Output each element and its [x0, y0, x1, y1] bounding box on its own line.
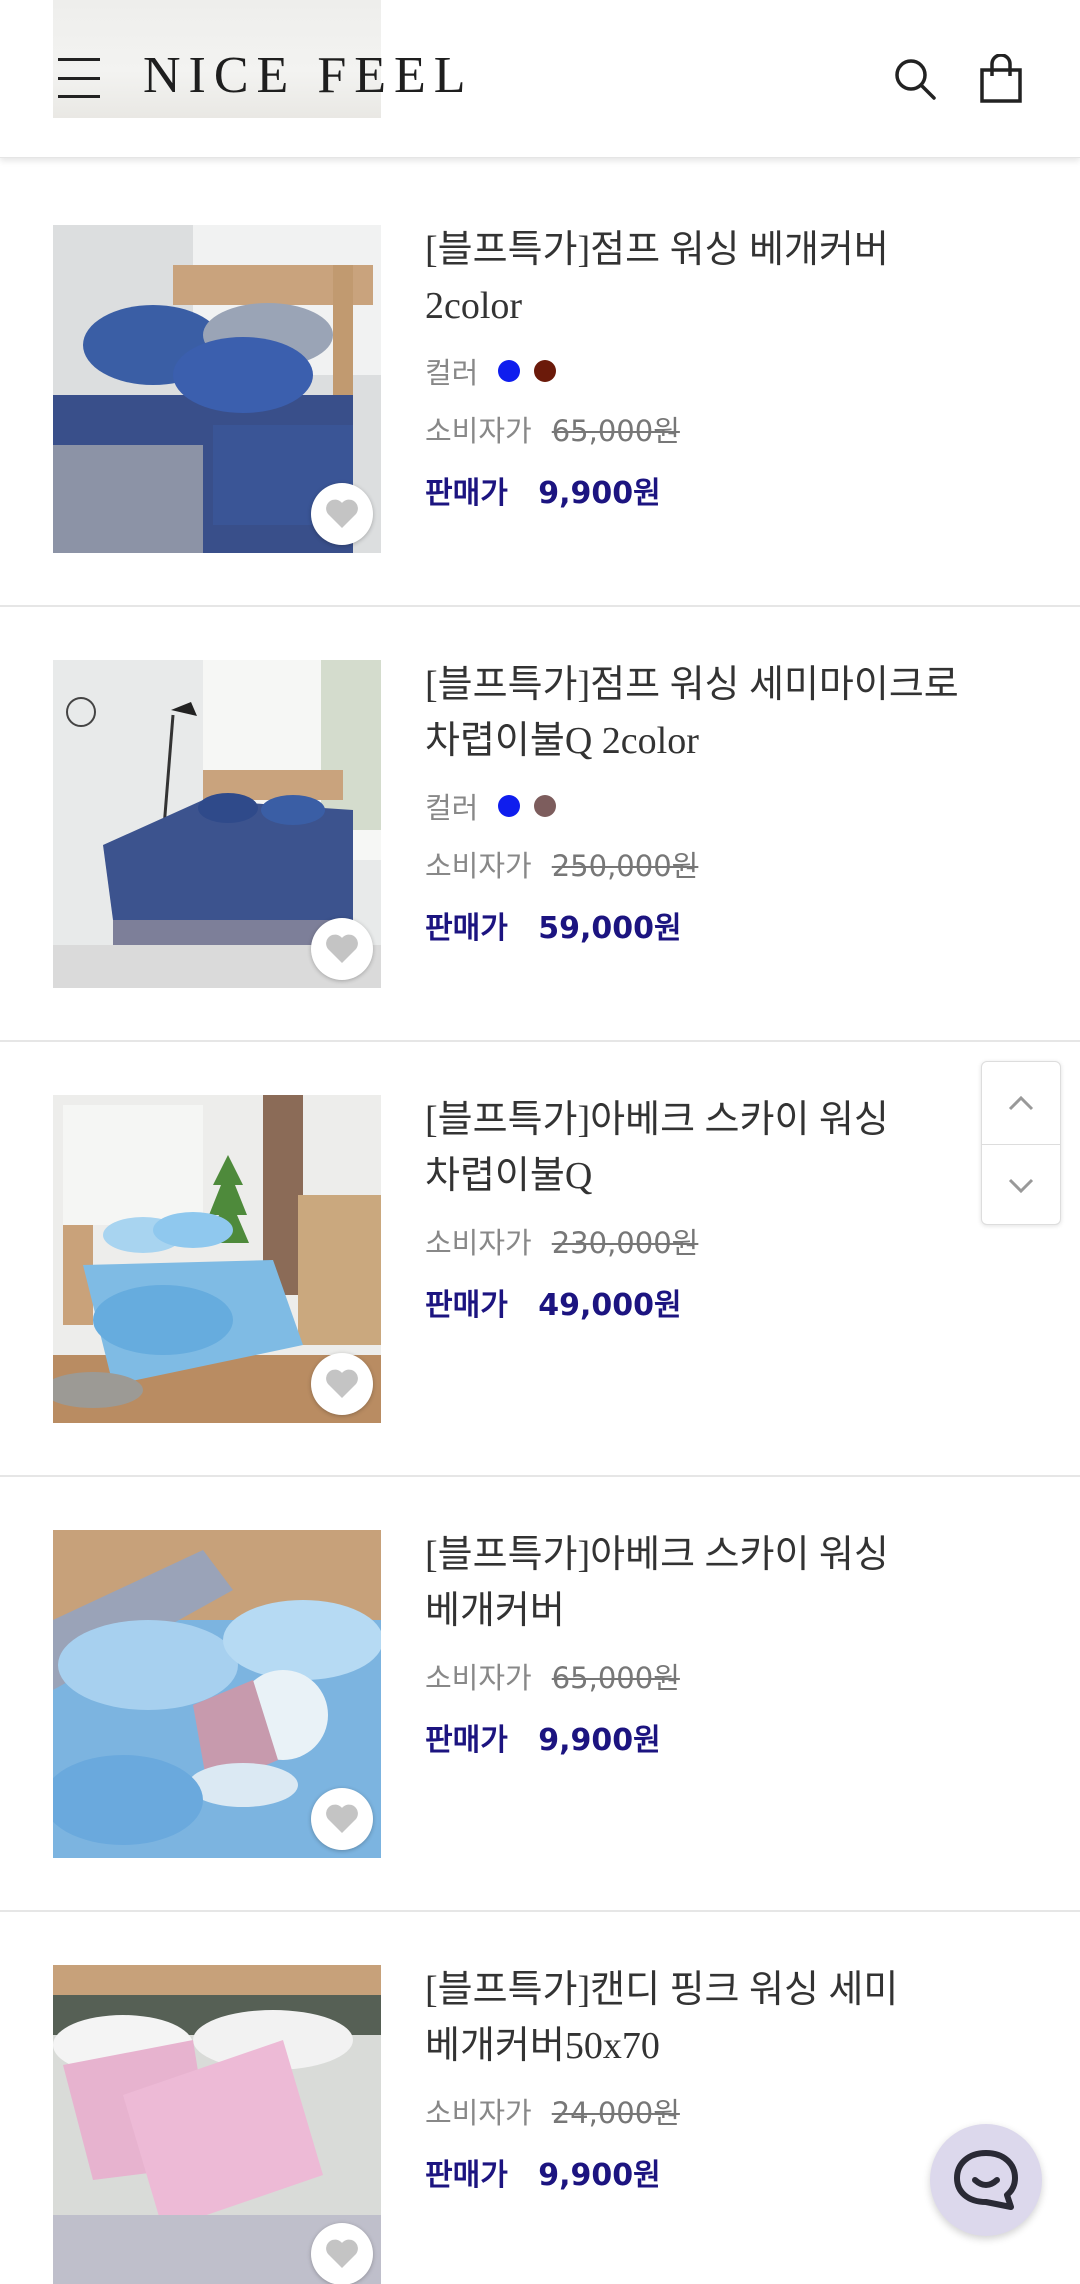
- wishlist-heart-icon[interactable]: [311, 1353, 373, 1415]
- color-swatch-blue[interactable]: [498, 360, 521, 382]
- chat-button[interactable]: [930, 2124, 1042, 2236]
- color-options: 컬러: [425, 785, 985, 827]
- product-info[interactable]: [블프특가]아베크 스카이 워싱 차렵이불Q 소비자가 230,000원 판매가…: [425, 1092, 985, 1324]
- product-title[interactable]: [블프특가]점프 워싱 세미마이크로 차렵이불Q 2color: [425, 657, 985, 769]
- wishlist-heart-icon[interactable]: [311, 1788, 373, 1850]
- wishlist-heart-icon[interactable]: [311, 918, 373, 980]
- scroll-controls: [981, 1061, 1061, 1225]
- retail-price: 24,000원: [551, 2096, 680, 2130]
- retail-price-row: 소비자가 65,000원: [425, 408, 985, 450]
- product-image[interactable]: [53, 1530, 381, 1858]
- product-info[interactable]: [블프특가]아베크 스카이 워싱 베개커버 소비자가 65,000원 판매가 9…: [425, 1527, 985, 1759]
- product-title[interactable]: [블프특가]아베크 스카이 워싱 차렵이불Q: [425, 1092, 985, 1204]
- sale-price: 49,000원: [538, 1288, 682, 1323]
- chevron-down-icon: [1008, 1178, 1034, 1193]
- sale-price-row: 판매가 9,900원: [425, 1723, 661, 1758]
- product-image[interactable]: [53, 1965, 381, 2284]
- retail-price: 230,000원: [551, 1226, 699, 1260]
- retail-price-row: 소비자가 250,000원: [425, 843, 985, 885]
- menu-icon[interactable]: [58, 58, 104, 98]
- retail-price-row: 소비자가 24,000원: [425, 2090, 985, 2132]
- color-swatch-blue[interactable]: [498, 795, 521, 817]
- chat-icon: [954, 2150, 1018, 2210]
- product-info[interactable]: [블프특가]점프 워싱 세미마이크로 차렵이불Q 2color 컬러 소비자가 …: [425, 657, 985, 947]
- color-swatch-brown[interactable]: [534, 360, 557, 382]
- color-swatch-mauve[interactable]: [534, 795, 557, 817]
- app-header: NICE FEEL: [0, 0, 1080, 158]
- wishlist-heart-icon[interactable]: [311, 483, 373, 545]
- retail-price: 65,000원: [551, 414, 680, 448]
- wishlist-heart-icon[interactable]: [311, 2223, 373, 2284]
- product-item[interactable]: [블프특가]아베크 스카이 워싱 차렵이불Q 소비자가 230,000원 판매가…: [0, 1042, 1080, 1477]
- scroll-bottom-button[interactable]: [982, 1144, 1060, 1226]
- sale-price-row: 판매가 59,000원: [425, 911, 682, 946]
- sale-price: 59,000원: [538, 911, 682, 946]
- retail-price: 250,000원: [551, 849, 699, 883]
- product-item[interactable]: [블프특가]점프 워싱 세미마이크로 차렵이불Q 2color 컬러 소비자가 …: [0, 607, 1080, 1042]
- product-info[interactable]: [블프특가]캔디 핑크 워싱 세미 베개커버50x70 소비자가 24,000원…: [425, 1962, 985, 2194]
- color-options: 컬러: [425, 350, 985, 392]
- sale-price-row: 판매가 49,000원: [425, 1288, 682, 1323]
- chevron-up-icon: [1008, 1095, 1034, 1111]
- sale-price: 9,900원: [538, 476, 661, 511]
- sale-price: 9,900원: [538, 1723, 661, 1758]
- shopping-bag-icon[interactable]: [978, 53, 1024, 104]
- product-image[interactable]: [53, 660, 381, 988]
- logo[interactable]: NICE FEEL: [143, 46, 474, 105]
- product-image[interactable]: [53, 1095, 381, 1423]
- retail-price: 65,000원: [551, 1661, 680, 1695]
- product-title[interactable]: [블프특가]아베크 스카이 워싱 베개커버: [425, 1527, 985, 1639]
- sale-price-row: 판매가 9,900원: [425, 2158, 661, 2193]
- scroll-top-button[interactable]: [982, 1062, 1060, 1144]
- search-icon[interactable]: [892, 56, 938, 102]
- product-image[interactable]: [53, 225, 381, 553]
- product-item[interactable]: [블프특가]아베크 스카이 워싱 베개커버 소비자가 65,000원 판매가 9…: [0, 1477, 1080, 1912]
- sale-price: 9,900원: [538, 2158, 661, 2193]
- product-title[interactable]: [블프특가]캔디 핑크 워싱 세미 베개커버50x70: [425, 1962, 985, 2074]
- product-info[interactable]: [블프특가]점프 워싱 베개커버 2color 컬러 소비자가 65,000원 …: [425, 222, 985, 512]
- retail-price-row: 소비자가 65,000원: [425, 1655, 985, 1697]
- retail-price-row: 소비자가 230,000원: [425, 1220, 985, 1262]
- product-title[interactable]: [블프특가]점프 워싱 베개커버 2color: [425, 222, 985, 334]
- sale-price-row: 판매가 9,900원: [425, 476, 661, 511]
- product-item[interactable]: [블프특가]점프 워싱 베개커버 2color 컬러 소비자가 65,000원 …: [0, 172, 1080, 607]
- product-item[interactable]: [블프특가]캔디 핑크 워싱 세미 베개커버50x70 소비자가 24,000원…: [0, 1912, 1080, 2284]
- product-list: [블프특가]점프 워싱 베개커버 2color 컬러 소비자가 65,000원 …: [0, 172, 1080, 2284]
